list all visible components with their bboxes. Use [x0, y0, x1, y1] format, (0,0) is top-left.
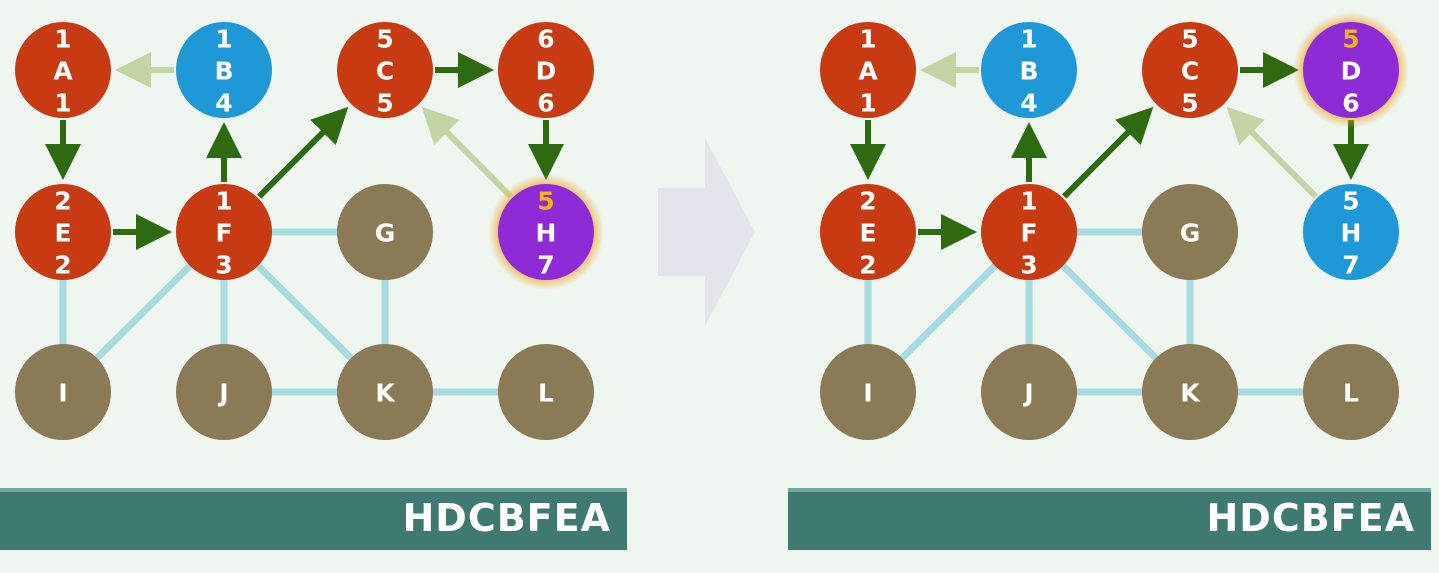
node-letter: H	[536, 219, 557, 248]
node-letter: F	[1020, 219, 1037, 248]
stack-text-after: HDCBFEA	[1206, 496, 1415, 540]
node-g: G	[337, 184, 433, 280]
node-bottom-number: 6	[1342, 89, 1359, 118]
node-f: 1 F 3	[981, 184, 1077, 280]
node-h: 5 H 7	[1303, 184, 1399, 280]
stack-bar-after: HDCBFEA	[788, 488, 1431, 550]
node-g: G	[1142, 184, 1238, 280]
node-e: 2 E 2	[15, 184, 111, 280]
node-top-number: 2	[859, 187, 876, 216]
right-arrow-icon	[658, 138, 755, 326]
node-letter: B	[214, 57, 233, 86]
node-top-number: 1	[1020, 187, 1037, 216]
node-top-number: 2	[54, 187, 71, 216]
node-bottom-number: 4	[1020, 89, 1037, 118]
node-top-number: 1	[1020, 25, 1037, 54]
node-bottom-number: 1	[54, 89, 71, 118]
node-bottom-number: 5	[1181, 89, 1198, 118]
node-bottom-number: 3	[1020, 251, 1037, 280]
node-top-number: 1	[54, 25, 71, 54]
node-letter: J	[217, 379, 228, 408]
node-bottom-number: 4	[215, 89, 232, 118]
node-top-number: 5	[1181, 25, 1198, 54]
node-letter: L	[538, 379, 554, 408]
panel-before: 1 A 1 1 B 4 5 C 5 6 D 6 2 E 2 1 F 3 G 5 H 7 I J K L	[15, 22, 604, 440]
node-top-number: 1	[215, 25, 232, 54]
stack-text-before: HDCBFEA	[402, 496, 611, 540]
node-letter: C	[376, 57, 394, 86]
node-letter: G	[1180, 219, 1201, 248]
node-letter: B	[1019, 57, 1038, 86]
node-top-number: 6	[537, 25, 554, 54]
node-bottom-number: 6	[537, 89, 554, 118]
node-j: J	[981, 344, 1077, 440]
node-l: L	[1303, 344, 1399, 440]
stack-bar-before: HDCBFEA	[0, 488, 627, 550]
node-b: 1 B 4	[981, 22, 1077, 118]
node-i: I	[15, 344, 111, 440]
node-e: 2 E 2	[820, 184, 916, 280]
node-letter: K	[1180, 379, 1201, 408]
node-d: 6 D 6	[498, 22, 594, 118]
edge-back-h-c	[421, 106, 513, 199]
node-bottom-number: 5	[376, 89, 393, 118]
node-letter: G	[375, 219, 396, 248]
node-top-number: 1	[215, 187, 232, 216]
node-letter: I	[863, 379, 872, 408]
node-k: K	[337, 344, 433, 440]
node-h: 5 H 7	[488, 174, 604, 290]
node-bottom-number: 7	[1342, 251, 1359, 280]
node-letter: J	[1022, 379, 1033, 408]
node-f: 1 F 3	[176, 184, 272, 280]
node-b: 1 B 4	[176, 22, 272, 118]
edge-tree-f-c	[1062, 106, 1154, 199]
node-top-number: 5	[1342, 187, 1359, 216]
node-d: 5 D 6	[1293, 12, 1409, 128]
node-bottom-number: 7	[537, 251, 554, 280]
node-letter: K	[375, 379, 396, 408]
node-c: 5 C 5	[337, 22, 433, 118]
node-i: I	[820, 344, 916, 440]
node-top-number: 1	[859, 25, 876, 54]
node-top-number: 5	[537, 187, 554, 216]
node-bottom-number: 2	[54, 251, 71, 280]
node-a: 1 A 1	[820, 22, 916, 118]
node-bottom-number: 2	[859, 251, 876, 280]
node-j: J	[176, 344, 272, 440]
node-letter: F	[215, 219, 232, 248]
node-a: 1 A 1	[15, 22, 111, 118]
edge-tree-f-c	[257, 106, 349, 199]
node-k: K	[1142, 344, 1238, 440]
node-letter: I	[58, 379, 67, 408]
node-letter: A	[53, 57, 73, 86]
node-l: L	[498, 344, 594, 440]
node-top-number: 5	[376, 25, 393, 54]
node-c: 5 C 5	[1142, 22, 1238, 118]
node-letter: H	[1341, 219, 1362, 248]
node-letter: L	[1343, 379, 1359, 408]
panel-after: 1 A 1 1 B 4 5 C 5 5 D 6 2 E 2 1 F 3 G 5 H 7 I J K L	[820, 12, 1409, 440]
node-letter: C	[1181, 57, 1199, 86]
node-letter: E	[54, 219, 71, 248]
node-letter: A	[858, 57, 878, 86]
dfs-diagram-slide: 1 A 1 1 B 4 5 C 5 6 D 6 2 E 2 1 F 3 G 5 H 7 I J K L 1 A 1 1 B 4 5 C 5 5 D 6 2…	[0, 0, 1439, 573]
node-bottom-number: 1	[859, 89, 876, 118]
node-letter: D	[1341, 57, 1362, 86]
node-top-number: 5	[1342, 25, 1359, 54]
node-letter: E	[859, 219, 876, 248]
node-letter: D	[536, 57, 557, 86]
edge-back-h-c	[1226, 106, 1318, 199]
node-bottom-number: 3	[215, 251, 232, 280]
